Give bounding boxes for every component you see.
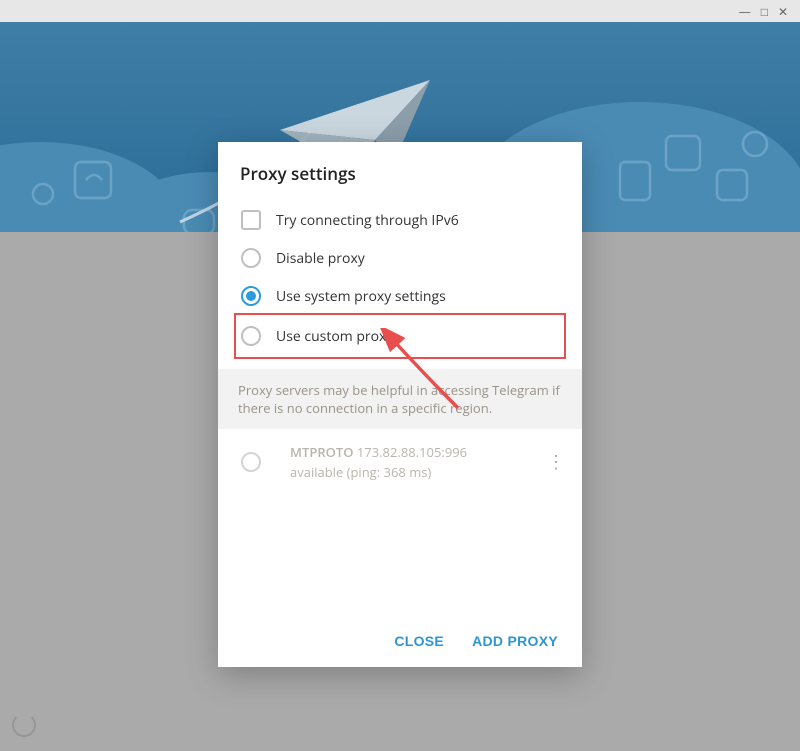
close-button[interactable]: CLOSE: [394, 633, 444, 649]
dialog-footer: CLOSE ADD PROXY: [218, 619, 582, 667]
option-label: Try connecting through IPv6: [276, 211, 459, 230]
option-disable-proxy[interactable]: Disable proxy: [240, 239, 560, 277]
proxy-info-text: Proxy servers may be helpful in accessin…: [218, 369, 582, 429]
proxy-status: available (ping: 368 ms): [290, 463, 546, 481]
close-window-button[interactable]: ✕: [778, 3, 788, 20]
option-label: Use custom proxy: [276, 327, 393, 346]
proxy-address: 173.82.88.105:996: [357, 443, 467, 461]
option-ipv6[interactable]: Try connecting through IPv6: [240, 201, 560, 239]
checkbox-icon: [241, 210, 261, 230]
option-system-proxy[interactable]: Use system proxy settings: [240, 277, 560, 315]
proxy-list-item[interactable]: MTPROTO 173.82.88.105:996 available (pin…: [218, 429, 582, 495]
radio-icon: [241, 452, 261, 472]
loading-spinner-icon: [12, 713, 36, 737]
proxy-meta: MTPROTO 173.82.88.105:996 available (pin…: [290, 443, 546, 481]
more-menu-icon[interactable]: ⋮: [546, 459, 566, 465]
dialog-title: Proxy settings: [218, 142, 582, 195]
option-label: Disable proxy: [276, 249, 365, 268]
option-custom-proxy[interactable]: Use custom proxy: [240, 317, 560, 355]
proxy-settings-dialog: Proxy settings Try connecting through IP…: [218, 142, 582, 667]
radio-icon: [241, 248, 261, 268]
proxy-options-group: Try connecting through IPv6 Disable prox…: [218, 195, 582, 369]
radio-icon: [241, 326, 261, 346]
minimize-button[interactable]: —: [739, 3, 751, 20]
proxy-protocol: MTPROTO: [290, 443, 353, 461]
maximize-button[interactable]: □: [761, 3, 768, 20]
window-controls: — □ ✕: [0, 0, 800, 22]
radio-icon-selected: [241, 286, 261, 306]
annotation-highlight: Use custom proxy: [234, 313, 566, 359]
add-proxy-button[interactable]: ADD PROXY: [472, 633, 558, 649]
option-label: Use system proxy settings: [276, 287, 446, 306]
